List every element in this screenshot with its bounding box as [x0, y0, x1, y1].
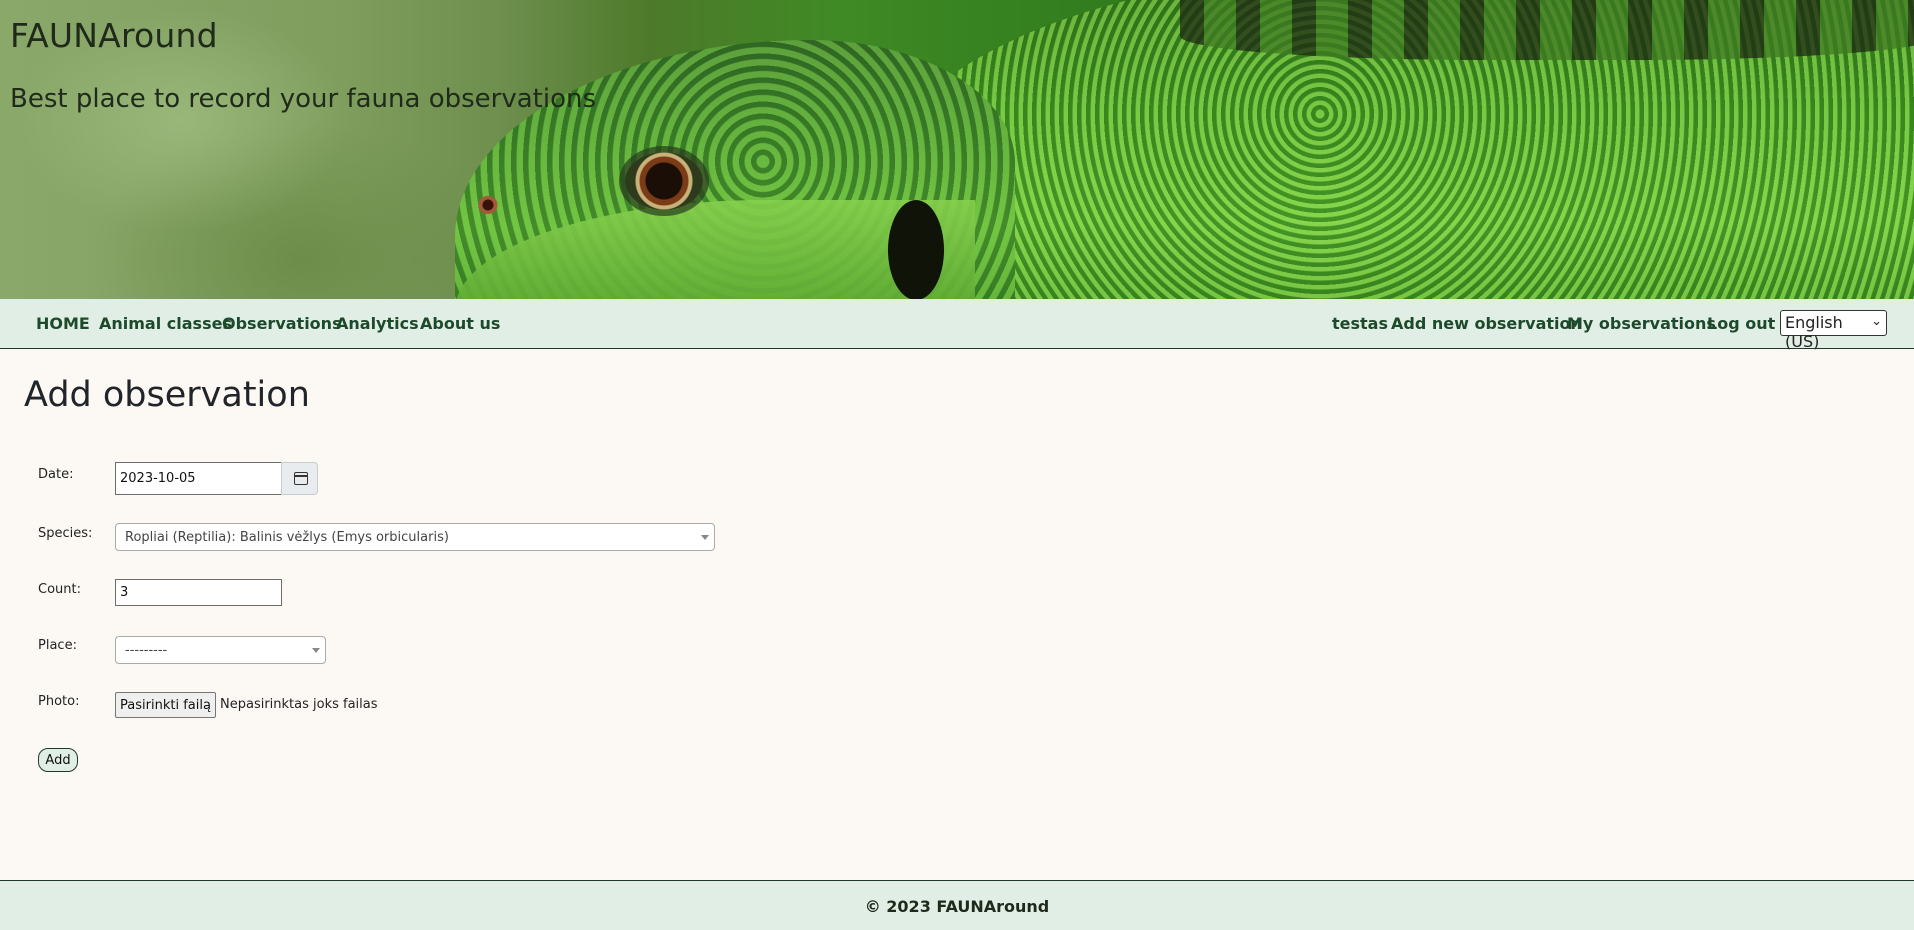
- main-nav: HOME Animal classes Observations Analyti…: [0, 299, 1914, 351]
- species-select[interactable]: Ropliai (Reptilia): Balinis vėžlys (Emys…: [115, 523, 715, 551]
- place-select[interactable]: ---------: [115, 636, 326, 664]
- banner-lizard-ear: [888, 200, 944, 299]
- count-label: Count:: [38, 582, 81, 597]
- language-select-value: English (US): [1785, 313, 1843, 351]
- nav-about-us[interactable]: About us: [420, 314, 500, 333]
- language-select[interactable]: English (US) ⌄: [1780, 310, 1887, 351]
- nav-my-observations[interactable]: My observations: [1567, 314, 1716, 333]
- nav-animal-classes[interactable]: Animal classes: [99, 314, 232, 333]
- species-label: Species:: [38, 526, 93, 541]
- date-input-value: 2023-10-05: [120, 471, 196, 486]
- photo-label: Photo:: [38, 694, 80, 709]
- nav-home[interactable]: HOME: [36, 314, 90, 333]
- nav-user-testas[interactable]: testas: [1332, 314, 1388, 333]
- banner-lizard-nostril: [478, 196, 498, 214]
- date-picker-button[interactable]: [281, 462, 318, 495]
- nav-log-out[interactable]: Log out: [1707, 314, 1775, 333]
- species-select-value: Ropliai (Reptilia): Balinis vėžlys (Emys…: [125, 530, 449, 545]
- count-input-value: 3: [120, 585, 129, 600]
- footer-copyright: © 2023 FAUNAround: [864, 897, 1050, 916]
- file-status-text: Nepasirinktas joks failas: [220, 697, 378, 712]
- choose-file-button[interactable]: Pasirinkti failą: [115, 692, 216, 718]
- header-banner: FAUNAround Best place to record your fau…: [0, 0, 1914, 299]
- nav-add-new-observation[interactable]: Add new observation: [1391, 314, 1582, 333]
- place-select-value: ---------: [125, 643, 168, 658]
- nav-analytics[interactable]: Analytics: [336, 314, 419, 333]
- site-title: FAUNAround: [10, 16, 218, 55]
- date-input[interactable]: 2023-10-05: [115, 462, 282, 495]
- calendar-icon: [294, 472, 308, 485]
- banner-lizard-stripe: [1180, 0, 1914, 60]
- page-title: Add observation: [24, 375, 310, 415]
- nav-observations[interactable]: Observations: [222, 314, 342, 333]
- site-subtitle: Best place to record your fauna observat…: [10, 84, 597, 114]
- date-label: Date:: [38, 467, 74, 482]
- chevron-down-icon: ⌄: [1871, 314, 1882, 329]
- place-label: Place:: [38, 638, 77, 653]
- chevron-down-icon: [701, 535, 709, 540]
- count-input[interactable]: 3: [115, 579, 282, 606]
- footer: © 2023 FAUNAround: [0, 880, 1914, 930]
- chevron-down-icon: [312, 648, 320, 653]
- add-button[interactable]: Add: [38, 748, 78, 772]
- banner-lizard-eye: [625, 152, 703, 210]
